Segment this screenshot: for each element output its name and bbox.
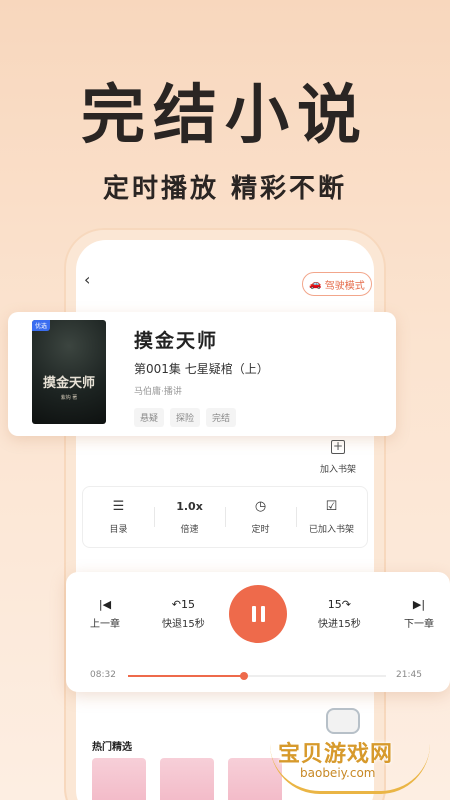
tag-list: 悬疑 探险 完结 xyxy=(134,408,237,427)
timer-button[interactable]: ◷ 定时 xyxy=(225,487,296,547)
total-time: 21:45 xyxy=(396,670,422,680)
speed-button[interactable]: 1.0x 倍速 xyxy=(154,487,225,547)
narrator: 马伯庸·播讲 xyxy=(134,387,182,397)
in-shelf-button[interactable]: ☑ 已加入书架 xyxy=(296,487,367,547)
cover-title: 摸金天师 xyxy=(42,376,95,391)
section-title: 热门精选 xyxy=(92,742,132,753)
book-card: 优选 摸金天师 紫钩 著 摸金天师 第001集 七星疑棺（上） 马伯庸·播讲 悬… xyxy=(8,312,396,436)
back-icon[interactable]: ‹ xyxy=(84,270,90,289)
book-cover[interactable]: 优选 摸金天师 紫钩 著 xyxy=(32,320,106,424)
featured-item[interactable] xyxy=(160,758,214,800)
clock-icon: ◷ xyxy=(254,499,267,514)
bookshelf-check-icon: ☑ xyxy=(325,499,338,514)
catalog-button[interactable]: ☰ 目录 xyxy=(83,487,154,547)
cover-author: 紫钩 著 xyxy=(60,395,78,401)
cover-badge: 优选 xyxy=(32,320,51,331)
car-icon: 🚗 xyxy=(309,278,322,290)
prev-chapter-button[interactable]: |◀ 上一章 xyxy=(90,598,120,630)
forward-15-button[interactable]: 15↷ 快进15秒 xyxy=(318,598,361,630)
pause-button[interactable] xyxy=(229,585,287,643)
progress-fill xyxy=(128,675,245,677)
player-panel: |◀ 上一章 ↶15 快退15秒 15↷ 快进15秒 ▶| 下一章 08:32 … xyxy=(66,572,450,692)
watermark-text: 宝贝游戏网 xyxy=(278,742,394,767)
tag[interactable]: 悬疑 xyxy=(134,408,165,427)
speed-label: 倍速 xyxy=(180,525,199,535)
catalog-label: 目录 xyxy=(109,525,128,535)
chapter-title: 第001集 七星疑棺（上） xyxy=(134,362,269,376)
pause-icon xyxy=(251,606,256,622)
in-shelf-label: 已加入书架 xyxy=(308,525,354,535)
rewind-15-button[interactable]: ↶15 快退15秒 xyxy=(162,598,205,630)
watermark-url: baobeiy.com xyxy=(300,766,376,780)
watermark: 宝贝游戏网 baobeiy.com xyxy=(270,704,446,794)
add-to-shelf-button[interactable]: + 加入书架 xyxy=(310,440,366,475)
hero-title: 完结小说 xyxy=(81,79,369,153)
list-icon: ☰ xyxy=(112,499,125,514)
featured-list xyxy=(92,758,282,800)
gamepad-logo-icon xyxy=(326,708,360,734)
next-chapter-button[interactable]: ▶| 下一章 xyxy=(404,598,434,630)
progress-thumb[interactable] xyxy=(240,672,249,680)
skip-next-icon: ▶| xyxy=(412,598,426,611)
add-to-shelf-label: 加入书架 xyxy=(319,465,356,475)
skip-previous-icon: |◀ xyxy=(98,598,112,611)
timer-label: 定时 xyxy=(251,525,270,535)
controls-bar: ☰ 目录 1.0x 倍速 ◷ 定时 ☑ 已加入书架 xyxy=(82,486,368,548)
forward-15-label: 快进15秒 xyxy=(318,619,361,630)
plus-icon: + xyxy=(331,439,345,454)
featured-item[interactable] xyxy=(92,758,146,800)
prev-chapter-label: 上一章 xyxy=(90,619,120,630)
speed-value: 1.0x xyxy=(176,500,203,513)
progress-slider[interactable] xyxy=(128,672,386,680)
book-title: 摸金天师 xyxy=(134,330,219,352)
tag[interactable]: 完结 xyxy=(206,408,237,427)
rewind-15-label: 快退15秒 xyxy=(162,619,205,630)
tag[interactable]: 探险 xyxy=(170,408,201,427)
forward-15-icon: 15↷ xyxy=(327,598,351,611)
rewind-15-icon: ↶15 xyxy=(171,598,195,611)
drive-mode-button[interactable]: 🚗 驾驶模式 xyxy=(302,272,372,296)
current-time: 08:32 xyxy=(90,670,116,680)
drive-mode-label: 驾驶模式 xyxy=(324,280,365,292)
next-chapter-label: 下一章 xyxy=(404,619,434,630)
hero-subtitle: 定时播放 精彩不断 xyxy=(102,174,348,204)
